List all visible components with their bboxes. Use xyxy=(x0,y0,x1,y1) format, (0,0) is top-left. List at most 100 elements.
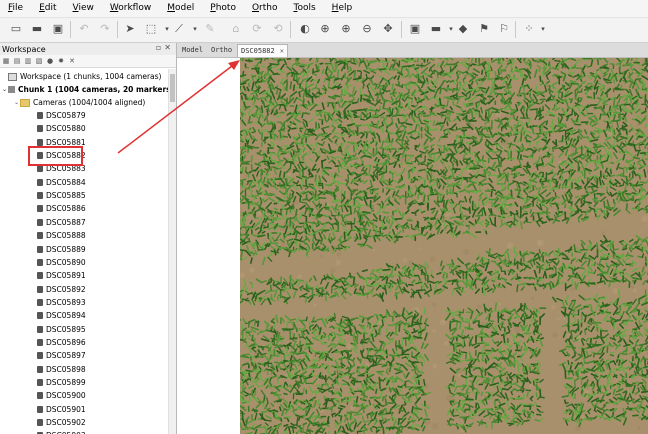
add-photos-icon[interactable]: ▤ xyxy=(13,57,21,65)
enable-icon[interactable]: ● xyxy=(46,57,54,65)
photo-viewer[interactable] xyxy=(240,58,648,434)
tree-item-camera[interactable]: DSC05886 xyxy=(0,202,86,215)
collapse-toggle-icon[interactable]: ⌄ xyxy=(1,86,8,93)
menu-item-tools[interactable]: Tools xyxy=(286,0,324,17)
tab-dsc05882[interactable]: DSC05882 ✕ xyxy=(237,44,288,57)
grid-dots-icon[interactable]: ⁘ xyxy=(522,22,536,36)
workspace-icon xyxy=(8,72,17,81)
pointer-icon[interactable]: ➤ xyxy=(123,22,137,36)
undo-icon[interactable]: ↶ xyxy=(77,22,91,36)
draw-icon[interactable]: ✎ xyxy=(203,22,217,36)
tree-item-camera[interactable]: DSC05903 xyxy=(0,429,86,434)
tree-item-camera[interactable]: DSC05893 xyxy=(0,296,86,309)
panel-float-close-buttons[interactable]: ▫✕ xyxy=(156,43,174,52)
menu-item-help[interactable]: Help xyxy=(324,0,361,17)
tree-item-label: DSC05879 xyxy=(46,111,86,120)
rectangle-select-icon[interactable]: ⬚ xyxy=(144,22,158,36)
camera-icon xyxy=(37,125,43,133)
menu-item-photo[interactable]: Photo xyxy=(202,0,244,17)
tree-item-camera[interactable]: DSC05896 xyxy=(0,336,86,349)
tree-item-workspace[interactable]: Workspace (1 chunks, 1004 cameras) xyxy=(0,70,162,83)
camera-icon xyxy=(37,365,43,373)
tree-item-label: DSC05886 xyxy=(46,204,86,214)
tree-item-label: DSC05889 xyxy=(46,244,86,254)
menu-item-workflow[interactable]: Workflow xyxy=(102,0,159,17)
tree-item-camera[interactable]: DSC05885 xyxy=(0,189,86,202)
flag-icon[interactable]: ⚐ xyxy=(497,22,511,36)
image-icon[interactable]: ▬ xyxy=(429,22,443,36)
ruler-icon[interactable]: ⟋ xyxy=(172,22,186,36)
shading-icon[interactable]: ◐ xyxy=(298,22,312,36)
rotate-icon[interactable]: ⟲ xyxy=(271,22,285,36)
tree-item-camera[interactable]: DSC05892 xyxy=(0,283,86,296)
tree-item-camera[interactable]: DSC05890 xyxy=(0,256,86,269)
tab-label: DSC05882 xyxy=(241,47,275,55)
zoom-in-icon[interactable]: ⊕ xyxy=(318,22,332,36)
tree-item-camera[interactable]: DSC05879 xyxy=(0,109,86,122)
camera-icon xyxy=(37,205,43,213)
tree-item-label: DSC05898 xyxy=(46,364,86,374)
open-folder-icon[interactable]: ▬ xyxy=(30,22,44,36)
view-tab-bar: Model Ortho DSC05882 ✕ xyxy=(177,43,648,58)
reset-view-icon[interactable]: ⌂ xyxy=(229,22,243,36)
tree-item-camera[interactable]: DSC05880 xyxy=(0,122,86,135)
menu-item-model[interactable]: Model xyxy=(159,0,202,17)
rotate-icon[interactable]: ⟳ xyxy=(250,22,264,36)
add-chunk-icon[interactable]: ▦ xyxy=(2,57,10,65)
tree-item-camera[interactable]: DSC05900 xyxy=(0,389,86,402)
move-icon[interactable]: ✥ xyxy=(381,22,395,36)
tree-item-camera[interactable]: DSC05895 xyxy=(0,323,86,336)
zoom-in-icon[interactable]: ⊕ xyxy=(339,22,353,36)
add-folder-icon[interactable]: ▥ xyxy=(24,57,32,65)
shape-icon[interactable]: ◆ xyxy=(456,22,470,36)
chevron-down-icon[interactable]: ▾ xyxy=(188,22,202,36)
tree-item-label: DSC05893 xyxy=(46,297,86,307)
save-icon[interactable]: ▣ xyxy=(51,22,65,36)
main-toolbar: ▭ ▬ ▣ ↶ ↷ ➤ ⬚ ▾ ⟋ ▾ ✎ ⌂ ⟳ ⟲ ◐ ⊕ ⊕ ⊖ ✥ ▣ … xyxy=(0,18,648,43)
tree-item-camera[interactable]: DSC05898 xyxy=(0,363,86,376)
collapse-toggle-icon[interactable]: ⌄ xyxy=(13,99,20,106)
fit-icon[interactable]: ▣ xyxy=(408,22,422,36)
settings-icon[interactable]: ✹ xyxy=(57,57,65,65)
tree-item-label: DSC05896 xyxy=(46,337,86,347)
tree-item-label: DSC05887 xyxy=(46,217,86,227)
menu-item-ortho[interactable]: Ortho xyxy=(244,0,286,17)
camera-icon xyxy=(37,312,43,320)
menu-bar: File Edit View Workflow Model Photo Ortho Tools… xyxy=(0,0,648,18)
scroll-thumb[interactable] xyxy=(170,74,175,102)
new-document-icon[interactable]: ▭ xyxy=(9,22,23,36)
zoom-out-icon[interactable]: ⊖ xyxy=(360,22,374,36)
tree-item-camera[interactable]: DSC05887 xyxy=(0,216,86,229)
close-icon[interactable]: ✕ xyxy=(280,47,284,55)
tree-item-camera[interactable]: DSC05891 xyxy=(0,269,86,282)
tree-item-camera[interactable]: DSC05888 xyxy=(0,229,86,242)
tree-item-camera[interactable]: DSC05889 xyxy=(0,243,86,256)
tree-item-camera[interactable]: DSC05899 xyxy=(0,376,86,389)
tree-item-label: DSC05892 xyxy=(46,284,86,294)
menu-item-edit[interactable]: Edit xyxy=(31,0,64,17)
tab-model[interactable]: Model xyxy=(179,44,206,56)
tree-item-label: DSC05897 xyxy=(46,351,86,361)
workspace-title-bar: Workspace ▫✕ xyxy=(0,43,176,55)
chevron-down-icon[interactable]: ▾ xyxy=(536,22,550,36)
tab-ortho[interactable]: Ortho xyxy=(208,44,235,56)
tree-item-cameras-folder[interactable]: ⌄ Cameras (1004/1004 aligned) xyxy=(0,96,145,109)
tree-item-camera[interactable]: DSC05897 xyxy=(0,349,86,362)
folder-icon xyxy=(20,98,30,107)
tree-item-camera[interactable]: DSC05901 xyxy=(0,403,86,416)
menu-item-view[interactable]: View xyxy=(65,0,102,17)
flag-icon[interactable]: ⚑ xyxy=(477,22,491,36)
camera-icon xyxy=(37,138,43,146)
camera-icon xyxy=(37,379,43,386)
tree-item-camera[interactable]: DSC05902 xyxy=(0,416,86,429)
tree-item-camera[interactable]: DSC05894 xyxy=(0,309,86,322)
workspace-toolbar: ▦ ▤ ▥ ▧ ● ✹ ✕ xyxy=(0,55,176,68)
tree-item-camera[interactable]: DSC05884 xyxy=(0,176,86,189)
add-markers-icon[interactable]: ▧ xyxy=(35,57,43,65)
remove-icon[interactable]: ✕ xyxy=(68,57,76,65)
tree-scrollbar[interactable] xyxy=(168,69,176,434)
redo-icon[interactable]: ↷ xyxy=(98,22,112,36)
tree-item-chunk[interactable]: ⌄ Chunk 1 (1004 cameras, 20 markers, 2 xyxy=(0,83,168,96)
tree-item-label: DSC05888 xyxy=(46,231,86,241)
menu-item-file[interactable]: File xyxy=(0,0,31,17)
